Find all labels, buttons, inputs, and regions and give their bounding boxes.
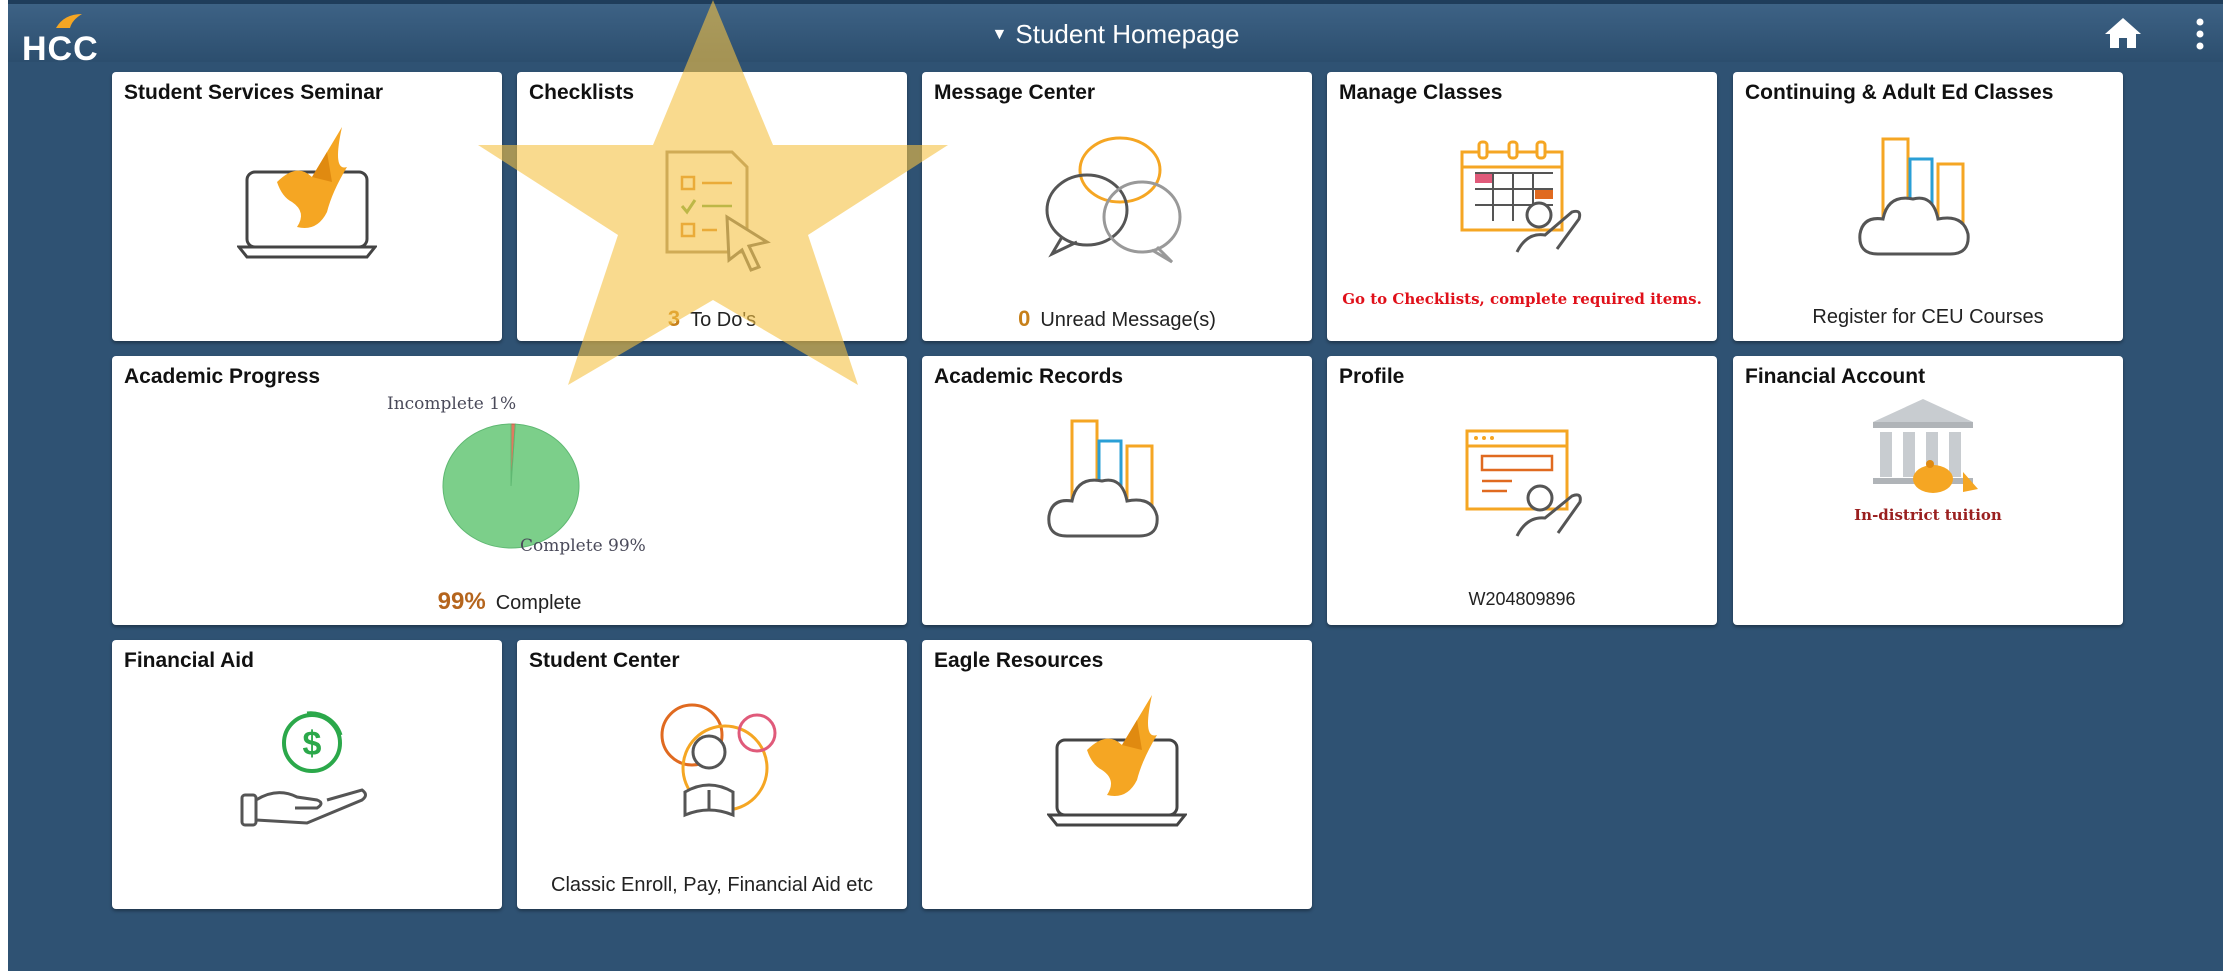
tile-title: Eagle Resources	[934, 649, 1104, 672]
continuing-ed-footer: Register for CEU Courses	[1812, 306, 2044, 328]
header-bar: HCC ▼ Student Homepage	[8, 0, 2223, 68]
student-reading-icon	[660, 703, 777, 818]
calendar-person-icon	[1460, 140, 1582, 253]
tile-title: Continuing & Adult Ed Classes	[1745, 81, 2054, 104]
tile-eagle-resources[interactable]: Eagle Resources	[922, 640, 1312, 909]
progress-footer: 99% Complete	[112, 588, 907, 616]
home-button[interactable]	[2103, 16, 2143, 52]
tile-manage-classes[interactable]: Manage Classes Go to Checklists, complet…	[1327, 72, 1717, 341]
todo-count: 3	[667, 306, 681, 331]
tile-title: Academic Records	[934, 365, 1124, 388]
tile-financial-aid[interactable]: Financial Aid $	[112, 640, 502, 909]
tile-title: Profile	[1339, 365, 1405, 388]
kebab-menu-icon	[2196, 18, 2204, 50]
cloud-city-icon	[1047, 419, 1159, 538]
tile-title: Message Center	[934, 81, 1096, 104]
tile-academic-progress[interactable]: Academic Progress Incomplete 1% Complete…	[112, 356, 907, 625]
tuition-status: In-district tuition	[1854, 506, 2002, 524]
message-footer: 0 Unread Message(s)	[922, 306, 1312, 332]
manage-classes-notice: Go to Checklists, complete required item…	[1342, 290, 1702, 308]
dollar-hand-icon: $	[240, 711, 367, 827]
student-center-footer: Classic Enroll, Pay, Financial Aid etc	[551, 874, 873, 896]
cloud-city-icon	[1858, 137, 1970, 256]
unread-count: 0	[1018, 306, 1031, 331]
tile-title: Academic Progress	[124, 365, 321, 388]
tile-academic-records[interactable]: Academic Records	[922, 356, 1312, 625]
eagle-laptop-icon	[1047, 695, 1187, 827]
checklists-footer: 3 To Do's	[517, 306, 907, 332]
pie-label-incomplete: Incomplete 1%	[387, 394, 517, 414]
pie-label-complete: Complete 99%	[520, 536, 646, 556]
tile-student-center[interactable]: Student Center Classic Enroll, Pay, Fina…	[517, 640, 907, 909]
pie-slice-complete	[442, 423, 580, 549]
tile-title: Student Services Seminar	[124, 81, 384, 104]
tile-profile[interactable]: Profile W204809896	[1327, 356, 1717, 625]
progress-label: Complete	[495, 592, 582, 614]
tile-financial-account[interactable]: Financial Account In-district tuition	[1733, 356, 2123, 625]
chat-bubbles-icon	[1045, 136, 1182, 264]
profile-card-icon	[1465, 429, 1582, 537]
page-frame: HCC ▼ Student Homepage Student Services S…	[8, 0, 2223, 971]
eagle-laptop-icon	[237, 127, 377, 259]
checklist-cursor-icon	[665, 150, 771, 272]
svg-text:$: $	[303, 725, 322, 763]
tile-student-services-seminar[interactable]: Student Services Seminar	[112, 72, 502, 341]
profile-id: W204809896	[1468, 589, 1576, 609]
home-icon	[2105, 18, 2141, 48]
caret-down-icon: ▼	[991, 26, 1008, 43]
todo-label: To Do's	[690, 309, 757, 331]
tile-title: Checklists	[529, 81, 635, 104]
actions-menu-button[interactable]	[2190, 16, 2210, 52]
progress-percent: 99%	[437, 588, 486, 615]
tile-continuing-adult-ed[interactable]: Continuing & Adult Ed Classes Register f…	[1733, 72, 2123, 341]
bank-icon	[1873, 399, 1978, 493]
tile-title: Student Center	[529, 649, 680, 672]
tile-message-center[interactable]: Message Center 0 Unread Message(s)	[922, 72, 1312, 341]
tile-checklists[interactable]: Checklists 3 To Do's	[517, 72, 907, 341]
page-title[interactable]: ▼ Student Homepage	[8, 19, 2223, 50]
tile-title: Financial Aid	[124, 649, 254, 672]
tile-title: Financial Account	[1745, 365, 1926, 388]
page-title-text: Student Homepage	[1015, 19, 1240, 49]
unread-label: Unread Message(s)	[1040, 309, 1216, 331]
progress-pie-chart	[442, 423, 580, 549]
tile-title: Manage Classes	[1339, 81, 1503, 104]
